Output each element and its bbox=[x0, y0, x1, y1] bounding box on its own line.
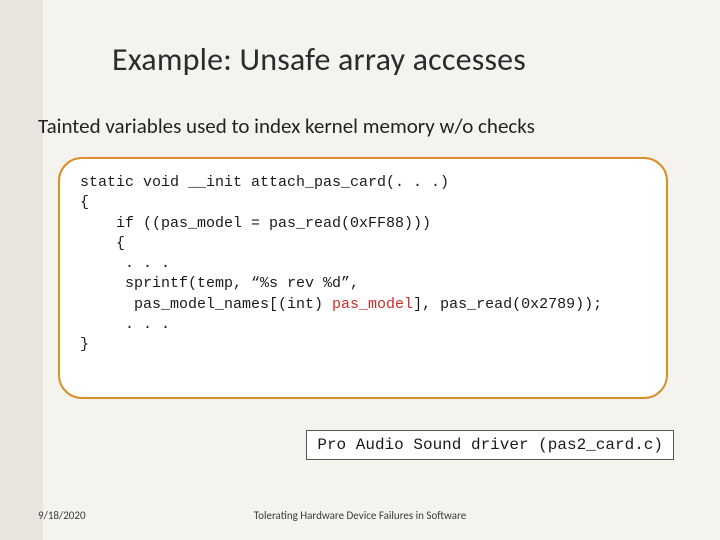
code-line: { bbox=[80, 193, 646, 213]
code-line: { bbox=[80, 234, 646, 254]
code-line: } bbox=[80, 335, 646, 355]
footer-date: 9/18/2020 bbox=[38, 509, 86, 522]
footer-presentation-title: Tolerating Hardware Device Failures in S… bbox=[254, 509, 466, 522]
code-line: . . . bbox=[80, 254, 646, 274]
code-line: static void __init attach_pas_card(. . .… bbox=[80, 173, 646, 193]
slide-subtitle: Tainted variables used to index kernel m… bbox=[38, 113, 682, 139]
code-block: static void __init attach_pas_card(. . .… bbox=[58, 157, 668, 399]
code-line: if ((pas_model = pas_read(0xFF88))) bbox=[80, 214, 646, 234]
slide-footer: 9/18/2020 Tolerating Hardware Device Fai… bbox=[38, 509, 682, 522]
code-caption: Pro Audio Sound driver (pas2_card.c) bbox=[306, 430, 674, 460]
tainted-variable: pas_model bbox=[332, 296, 413, 313]
slide-title: Example: Unsafe array accesses bbox=[112, 40, 682, 79]
code-line: pas_model_names[(int) pas_model], pas_re… bbox=[80, 295, 646, 315]
code-line: . . . bbox=[80, 315, 646, 335]
code-line: sprintf(temp, “%s rev %d”, bbox=[80, 274, 646, 294]
